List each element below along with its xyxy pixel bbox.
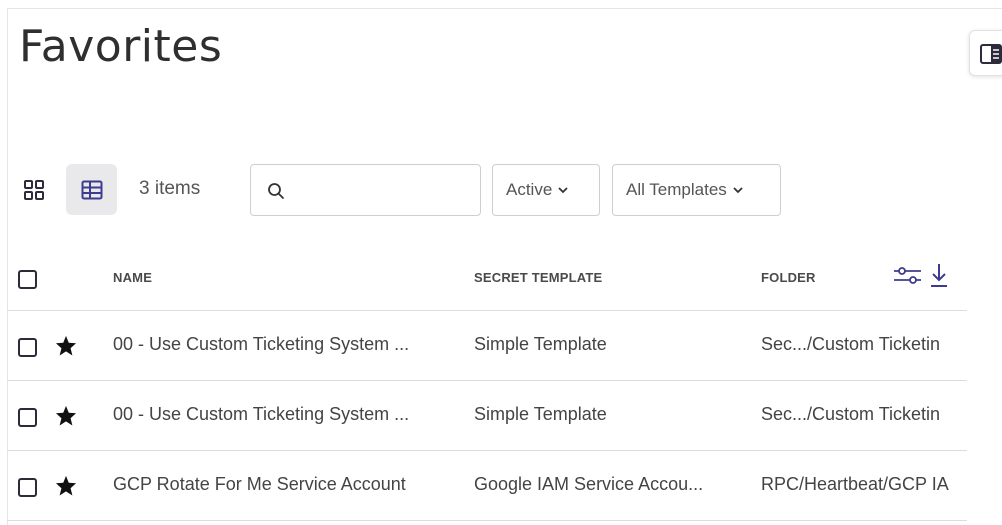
search-icon [268,183,284,199]
row-divider [7,520,967,521]
column-header-name[interactable]: NAME [113,270,152,285]
side-panel-toggle-button[interactable] [969,30,1002,76]
template-filter-dropdown[interactable]: All Templates [612,164,781,216]
page-title: Favorites [19,21,223,72]
chevron-down-icon [733,186,743,193]
sliders-icon[interactable] [893,264,923,288]
table-row[interactable]: 00 - Use Custom Ticketing System ... Simp… [0,381,1002,450]
folder-cell[interactable]: Sec.../Custom Ticketin [761,334,971,355]
secret-name-link[interactable]: 00 - Use Custom Ticketing System ... [113,404,458,425]
table-row[interactable]: GCP Rotate For Me Service Account Google … [0,451,1002,520]
item-count: 3 items [139,178,201,199]
folder-cell[interactable]: RPC/Heartbeat/GCP IA [761,474,971,495]
status-filter-dropdown[interactable]: Active [492,164,600,216]
folder-cell[interactable]: Sec.../Custom Ticketin [761,404,971,425]
status-filter-label: Active [506,180,553,199]
search-box[interactable] [250,164,481,216]
secret-template-cell: Simple Template [474,334,607,354]
secret-name-link[interactable]: GCP Rotate For Me Service Account [113,474,458,495]
secret-template-cell: Google IAM Service Accou... [474,474,704,494]
table-view-button[interactable] [66,164,117,215]
table-view-icon [81,180,102,199]
side-panel-icon [980,44,1002,64]
table-row[interactable]: 00 - Use Custom Ticketing System ... Simp… [0,311,1002,380]
content-frame-top-border [7,8,1002,9]
star-icon[interactable] [55,475,77,496]
column-header-secret-template[interactable]: SECRET TEMPLATE [474,270,602,285]
column-header-folder[interactable]: FOLDER [761,270,816,285]
search-input[interactable] [293,175,477,207]
select-all-checkbox[interactable] [18,270,37,289]
template-filter-label: All Templates [626,180,727,199]
grid-view-button[interactable] [14,168,54,212]
chevron-down-icon [558,186,568,193]
row-checkbox[interactable] [18,338,37,357]
star-icon[interactable] [55,405,77,426]
grid-view-icon [24,180,44,200]
star-icon[interactable] [55,335,77,356]
row-checkbox[interactable] [18,408,37,427]
secret-name-link[interactable]: 00 - Use Custom Ticketing System ... [113,334,458,355]
secret-template-cell: Simple Template [474,404,607,424]
row-checkbox[interactable] [18,478,37,497]
download-icon[interactable] [929,262,949,288]
